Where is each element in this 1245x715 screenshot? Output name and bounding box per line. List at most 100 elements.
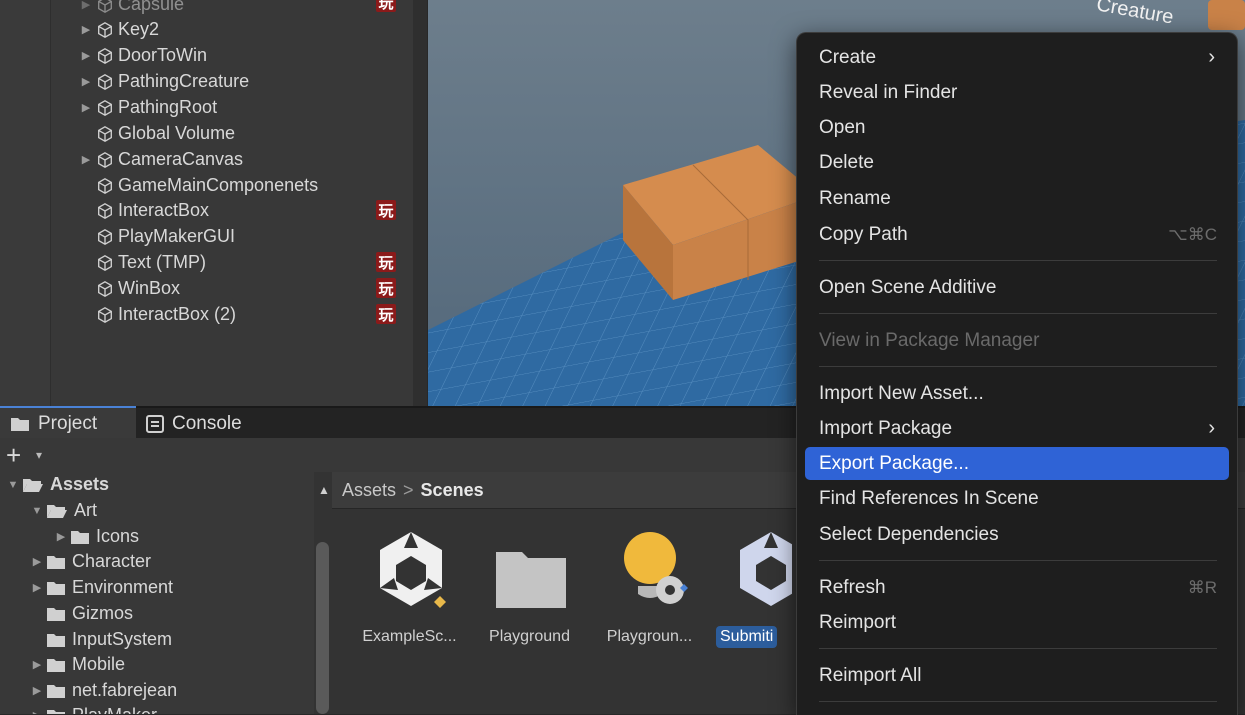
menu-item-open-scene-additive[interactable]: Open Scene Additive xyxy=(805,271,1229,304)
hierarchy-gutter xyxy=(0,0,51,406)
expand-arrow-icon[interactable]: ▶ xyxy=(52,530,70,543)
hierarchy-item[interactable]: PlayMakerGUI xyxy=(78,224,235,249)
hierarchy-item[interactable]: ▶ PathingCreature xyxy=(78,69,249,94)
hierarchy-scrollbar[interactable] xyxy=(413,0,427,406)
menu-item-reimport[interactable]: Reimport xyxy=(805,606,1229,639)
expand-arrow-icon[interactable]: ▶ xyxy=(28,581,46,594)
hierarchy-item-label: InteractBox xyxy=(118,200,210,220)
tree-item-label: Environment xyxy=(72,577,174,597)
tree-item-playmaker[interactable]: ▶ PlayMaker xyxy=(28,703,157,714)
folder-icon xyxy=(10,416,30,432)
expand-arrow-icon[interactable]: ▶ xyxy=(78,101,94,114)
collapse-arrow-icon[interactable]: ▼ xyxy=(4,479,22,491)
menu-item-label: Import Package xyxy=(819,417,953,439)
menu-item-find-references-in-scene[interactable]: Find References In Scene xyxy=(805,482,1229,515)
menu-item-import-package[interactable]: Import Package › xyxy=(805,412,1229,445)
hierarchy-item[interactable]: ▶ Capsule xyxy=(78,0,184,17)
tab-console-label: Console xyxy=(172,413,242,434)
playmaker-badge-icon: 玩 xyxy=(376,278,396,298)
menu-item-label: Reimport xyxy=(819,611,897,633)
asset-tile-selected[interactable]: Submiti xyxy=(712,522,792,662)
menu-item-reveal-in-finder[interactable]: Reveal in Finder xyxy=(805,76,1229,109)
menu-item-label: Create xyxy=(819,46,877,68)
collapse-arrow-icon[interactable]: ▼ xyxy=(28,505,46,517)
expand-arrow-icon[interactable]: ▶ xyxy=(28,555,46,568)
hierarchy-item[interactable]: WinBox xyxy=(78,276,180,301)
gameobject-cube-icon xyxy=(94,0,116,15)
tree-item-character[interactable]: ▶ Character xyxy=(28,549,151,574)
menu-item-copy-path[interactable]: Copy Path ⌥⌘C xyxy=(805,218,1229,251)
tree-item-label: Gizmos xyxy=(72,603,134,623)
gameobject-cube-icon xyxy=(94,20,116,40)
hierarchy-item[interactable]: GameMainComponenets xyxy=(78,173,318,198)
tree-item-environment[interactable]: ▶ Environment xyxy=(28,575,173,600)
breadcrumb-item-current[interactable]: Scenes xyxy=(421,480,484,501)
expand-arrow-icon[interactable]: ▶ xyxy=(78,23,94,36)
folder-icon xyxy=(46,554,66,570)
hierarchy-item[interactable]: Global Volume xyxy=(78,121,235,146)
expand-arrow-icon[interactable]: ▶ xyxy=(78,153,94,166)
tree-item-mobile[interactable]: ▶ Mobile xyxy=(28,652,125,677)
hierarchy-item-label: PlayMakerGUI xyxy=(118,226,236,246)
context-menu: Create › Reveal in Finder Open Delete Re… xyxy=(796,32,1238,715)
expand-arrow-icon[interactable]: ▶ xyxy=(78,75,94,88)
tab-console[interactable]: Console xyxy=(146,408,242,440)
hierarchy-item[interactable]: InteractBox xyxy=(78,198,209,223)
expand-arrow-icon[interactable]: ▶ xyxy=(28,658,46,671)
menu-item-rename[interactable]: Rename xyxy=(805,182,1229,215)
tree-item-label: Icons xyxy=(96,526,140,546)
asset-tile[interactable]: ExampleSc... xyxy=(352,522,467,662)
gameobject-cube-icon xyxy=(94,46,116,66)
folder-icon xyxy=(46,683,66,699)
add-dropdown-caret-icon[interactable]: ▾ xyxy=(36,448,42,462)
expand-arrow-icon[interactable]: ▶ xyxy=(78,0,94,11)
tree-item-icons[interactable]: ▶ Icons xyxy=(52,524,139,549)
hierarchy-item[interactable]: ▶ PathingRoot xyxy=(78,95,217,120)
menu-item-select-dependencies[interactable]: Select Dependencies xyxy=(805,518,1229,551)
asset-tile[interactable]: Playground xyxy=(472,522,587,662)
tree-item-net-fabrejean[interactable]: ▶ net.fabrejean xyxy=(28,678,177,703)
hierarchy-item-label: WinBox xyxy=(118,278,181,298)
hierarchy-item[interactable]: Text (TMP) xyxy=(78,250,206,275)
menu-item-export-package[interactable]: Export Package... xyxy=(805,447,1229,480)
lighting-settings-icon xyxy=(614,528,688,612)
add-button[interactable]: + xyxy=(6,440,21,471)
hierarchy-item[interactable]: InteractBox (2) xyxy=(78,302,236,327)
playmaker-badge-icon: 玩 xyxy=(376,0,396,12)
playmaker-badge-icon: 玩 xyxy=(376,304,396,324)
tree-item-label: net.fabrejean xyxy=(72,680,178,700)
tree-item-assets[interactable]: ▼ Assets xyxy=(4,472,110,497)
menu-separator xyxy=(819,648,1217,649)
hierarchy-item[interactable]: ▶ Key2 xyxy=(78,17,159,42)
menu-item-import-new-asset[interactable]: Import New Asset... xyxy=(805,377,1229,410)
folder-icon xyxy=(70,529,90,545)
menu-item-open[interactable]: Open xyxy=(805,111,1229,144)
menu-item-delete[interactable]: Delete xyxy=(805,146,1229,179)
menu-item-refresh[interactable]: Refresh ⌘R xyxy=(805,571,1229,604)
menu-item-label: Open xyxy=(819,116,866,138)
tree-item-gizmos[interactable]: Gizmos xyxy=(28,601,133,626)
breadcrumb-item-assets[interactable]: Assets xyxy=(342,480,396,501)
tree-item-art[interactable]: ▼ Art xyxy=(28,498,97,523)
menu-item-reimport-all[interactable]: Reimport All xyxy=(805,659,1229,692)
tab-project[interactable]: Project xyxy=(0,406,136,440)
hierarchy-item[interactable]: ▶ CameraCanvas xyxy=(78,147,243,172)
tree-scrollbar-thumb[interactable] xyxy=(316,542,329,714)
asset-tile[interactable]: Playgroun... xyxy=(592,522,707,662)
tree-item-label: InputSystem xyxy=(72,629,173,649)
expand-arrow-icon[interactable]: ▶ xyxy=(28,709,46,714)
folder-icon xyxy=(46,580,66,596)
expand-arrow-icon[interactable]: ▶ xyxy=(78,49,94,62)
expand-arrow-icon[interactable]: ▶ xyxy=(28,684,46,697)
hierarchy-item[interactable]: ▶ DoorToWin xyxy=(78,43,207,68)
gameobject-cube-icon xyxy=(94,124,116,144)
menu-item-create[interactable]: Create › xyxy=(805,41,1229,74)
scroll-up-arrow-icon[interactable]: ▲ xyxy=(318,483,332,497)
menu-separator xyxy=(819,366,1217,367)
menu-item-label: Import New Asset... xyxy=(819,382,984,404)
menu-item-label: Delete xyxy=(819,151,874,173)
tree-item-inputsystem[interactable]: InputSystem xyxy=(28,627,172,652)
gameobject-cube-icon xyxy=(94,72,116,92)
breadcrumb-separator-icon: > xyxy=(403,479,414,500)
menu-separator xyxy=(819,313,1217,314)
